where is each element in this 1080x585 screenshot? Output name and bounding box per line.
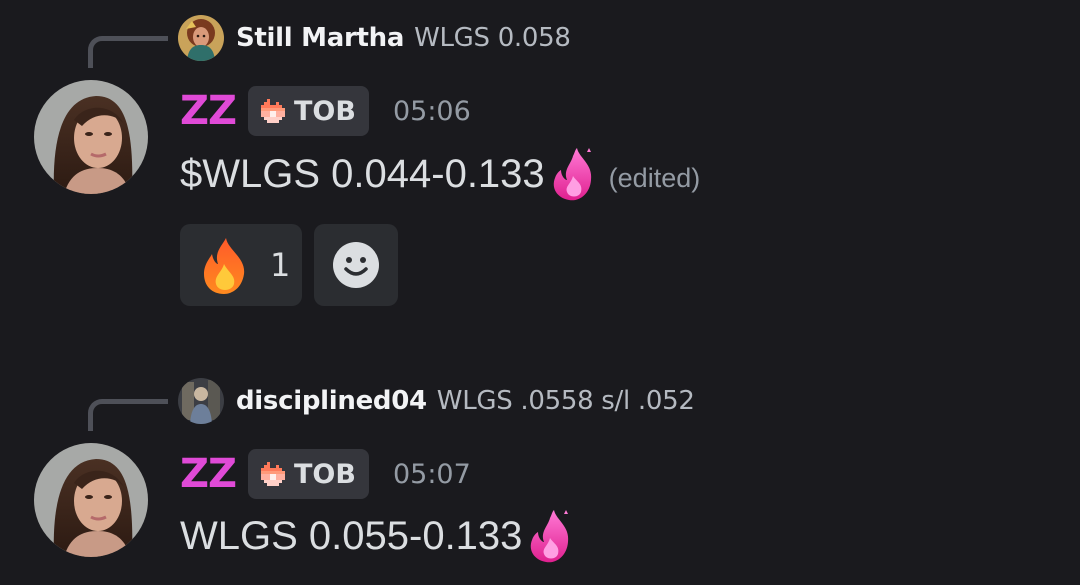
author-name[interactable]: ZZ [180,88,237,134]
reaction-fire[interactable]: 1 [180,224,302,306]
message-header: ZZ TOB 05:06 [180,86,471,136]
timestamp[interactable]: 05:06 [393,96,471,127]
guild-tag-label: TOB [294,458,356,490]
smiley-face-icon [333,242,379,288]
pink-flame-emoji [553,148,591,201]
figure-avatar[interactable] [178,378,224,424]
message-content: $WLGS 0.044-0.133 (edited) [180,146,700,202]
guild-tag[interactable]: TOB [248,86,369,136]
pink-flame-emoji [531,510,569,563]
pixel-flame-icon [261,99,286,123]
reply-text[interactable]: WLGS .0558 s/l .052 [437,386,695,416]
woman-portrait-avatar[interactable] [34,80,148,194]
guild-tag-label: TOB [294,95,356,127]
fire-emoji [204,238,245,294]
reply-preview[interactable]: Still Martha WLGS 0.058 [178,14,571,62]
reply-author[interactable]: Still Martha [236,23,404,53]
edited-label: (edited) [608,162,701,193]
reply-connector [88,399,168,431]
reaction-count: 1 [270,246,291,284]
message-content: WLGS 0.055-0.133 [180,508,576,564]
message-text: $WLGS 0.044-0.133 [180,151,545,196]
author-name[interactable]: ZZ [180,451,237,497]
reply-text[interactable]: WLGS 0.058 [414,23,571,53]
reply-connector [88,36,168,68]
message-text: WLGS 0.055-0.133 [180,513,523,558]
message-header: ZZ TOB 05:07 [180,449,471,499]
illustrated-woman-avatar[interactable] [178,15,224,61]
reply-author[interactable]: disciplined04 [236,386,427,416]
guild-tag[interactable]: TOB [248,449,369,499]
add-reaction-button[interactable] [314,224,398,306]
timestamp[interactable]: 05:07 [393,459,471,490]
reply-preview[interactable]: disciplined04 WLGS .0558 s/l .052 [178,377,695,425]
woman-portrait-avatar[interactable] [34,443,148,557]
reactions: 1 [180,224,398,306]
pixel-flame-icon [261,462,286,486]
